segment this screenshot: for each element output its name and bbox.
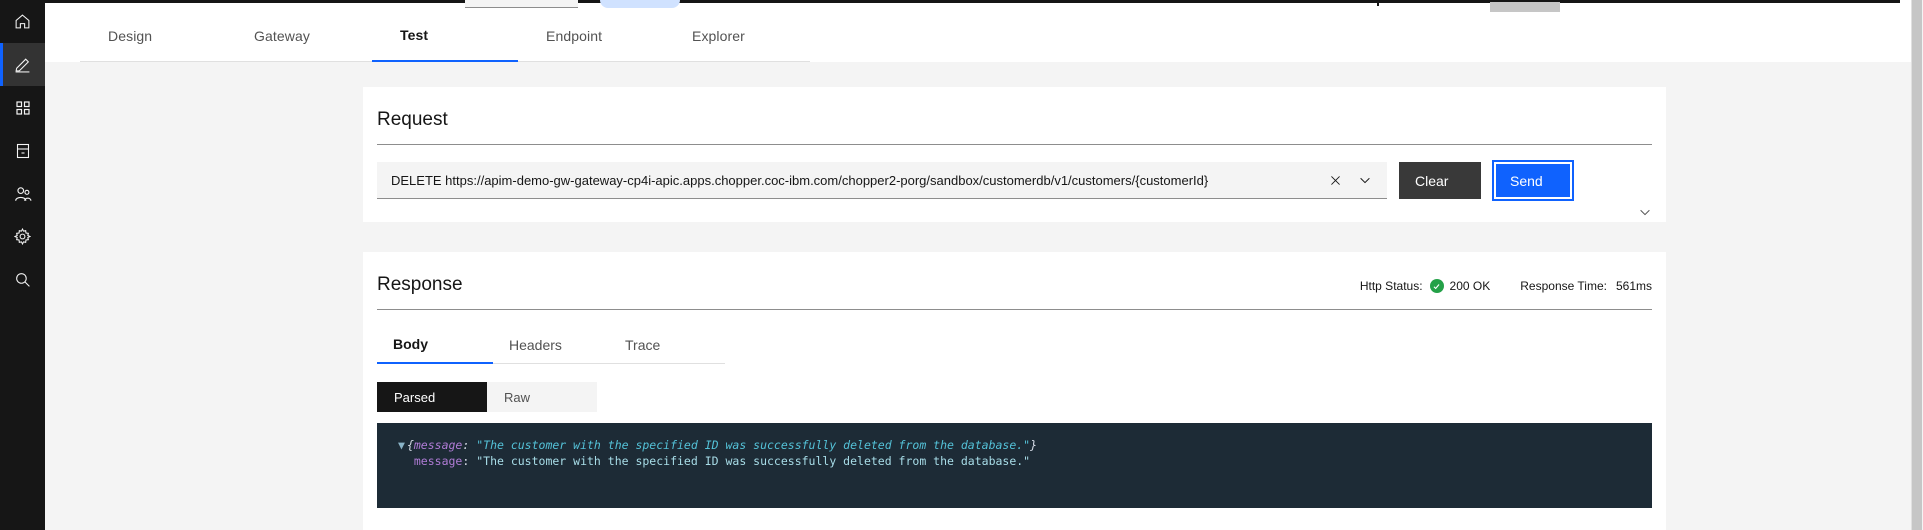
response-tab-headers[interactable]: Headers <box>493 326 609 364</box>
catalog-icon <box>15 143 31 159</box>
response-tab-label: Trace <box>625 336 661 353</box>
send-button[interactable]: Send <box>1492 160 1574 201</box>
close-icon[interactable] <box>1323 162 1347 198</box>
tab-label: Design <box>108 27 153 44</box>
request-divider <box>377 144 1652 145</box>
home-icon <box>14 13 31 30</box>
rail-item-products[interactable] <box>0 86 45 129</box>
clear-button-label: Clear <box>1415 172 1449 189</box>
rail-item-search[interactable] <box>0 258 45 301</box>
rail-item-home[interactable] <box>0 0 45 43</box>
rail-item-design[interactable] <box>0 43 45 86</box>
gear-icon <box>14 228 31 245</box>
view-mode-parsed[interactable]: Parsed <box>377 382 487 412</box>
response-tab-label: Headers <box>509 336 562 353</box>
rail-item-members[interactable] <box>0 172 45 215</box>
users-icon <box>14 185 32 203</box>
request-url-value: DELETE https://apim-demo-gw-gateway-cp4i… <box>391 172 1209 188</box>
json-value: "The customer with the specified ID was … <box>476 438 1031 452</box>
response-tabs: Body Headers Trace <box>377 326 725 364</box>
tab-test[interactable]: Test <box>372 10 518 62</box>
tab-gateway[interactable]: Gateway <box>226 10 372 62</box>
view-mode-raw[interactable]: Raw <box>487 382 597 412</box>
request-expand-chevron-down-icon[interactable] <box>1636 205 1654 219</box>
json-key: message <box>413 454 463 468</box>
json-line-1: ▼ {message: "The customer with the specif… <box>398 437 1652 453</box>
view-mode-label: Raw <box>504 389 531 405</box>
response-card: Response Http Status: 200 OK Response Ti… <box>363 252 1666 530</box>
test-api-page: Design Gateway Test Endpoint Explorer Reques… <box>0 0 1923 530</box>
checkmark-filled-icon <box>1429 279 1444 293</box>
left-nav-rail <box>0 0 45 530</box>
grid-icon <box>15 100 31 116</box>
send-button-label: Send <box>1510 172 1543 189</box>
chevron-down-icon[interactable] <box>1353 162 1377 198</box>
response-body-json[interactable]: ▼ {message: "The customer with the specif… <box>377 423 1652 508</box>
request-title: Request <box>377 109 448 130</box>
tab-label: Endpoint <box>546 27 603 44</box>
http-status-value: 200 OK <box>1449 279 1491 293</box>
response-time-label: Response Time: <box>1520 279 1607 293</box>
rail-item-settings[interactable] <box>0 215 45 258</box>
scrollbar-gutter-cap <box>1900 0 1911 62</box>
http-status-label: Http Status: <box>1359 279 1423 293</box>
top-divider-tick <box>1377 0 1379 6</box>
tab-label: Explorer <box>692 27 745 44</box>
page-scrollbar-thumb[interactable] <box>1912 0 1922 530</box>
response-tab-label: Body <box>393 336 428 352</box>
response-status-row: Http Status: 200 OK Response Time: 561ms <box>1360 279 1652 293</box>
json-open-brace: { <box>406 438 414 452</box>
request-card: Request DELETE https://apim-demo-gw-gate… <box>363 87 1666 222</box>
response-tab-trace[interactable]: Trace <box>609 326 725 364</box>
search-icon <box>14 271 31 288</box>
json-close-brace: } <box>1030 438 1038 452</box>
response-tab-body[interactable]: Body <box>377 326 493 364</box>
clear-button[interactable]: Clear <box>1399 162 1481 199</box>
api-tab-bar: Design Gateway Test Endpoint Explorer <box>45 10 1911 62</box>
partial-search-input[interactable] <box>465 0 578 8</box>
partial-toolbar-block[interactable] <box>1490 2 1560 12</box>
response-view-toggle: Parsed Raw <box>377 382 597 412</box>
request-url-combobox[interactable]: DELETE https://apim-demo-gw-gateway-cp4i… <box>377 162 1387 199</box>
rail-item-catalog[interactable] <box>0 129 45 172</box>
tab-endpoint[interactable]: Endpoint <box>518 10 664 62</box>
tab-label: Gateway <box>254 27 310 44</box>
tab-explorer[interactable]: Explorer <box>664 10 810 62</box>
tab-label: Test <box>400 27 429 43</box>
caret-down-icon[interactable]: ▼ <box>398 438 405 452</box>
test-content-area: Request DELETE https://apim-demo-gw-gate… <box>45 62 1911 530</box>
partial-highlight-pill[interactable] <box>600 0 680 8</box>
response-time-value: 561ms <box>1615 279 1652 293</box>
json-value: "The customer with the specified ID was … <box>476 454 1031 468</box>
response-divider <box>377 309 1652 310</box>
pencil-icon <box>14 56 31 73</box>
request-url-row: DELETE https://apim-demo-gw-gateway-cp4i… <box>377 160 1652 201</box>
response-title: Response <box>377 274 463 295</box>
top-header-band <box>45 0 1911 3</box>
json-key: message <box>413 438 463 452</box>
json-line-2: ▼ message: "The customer with the specif… <box>398 453 1652 469</box>
page-scrollbar-track[interactable] <box>1911 0 1923 530</box>
view-mode-label: Parsed <box>394 389 436 405</box>
tab-design[interactable]: Design <box>80 10 226 62</box>
